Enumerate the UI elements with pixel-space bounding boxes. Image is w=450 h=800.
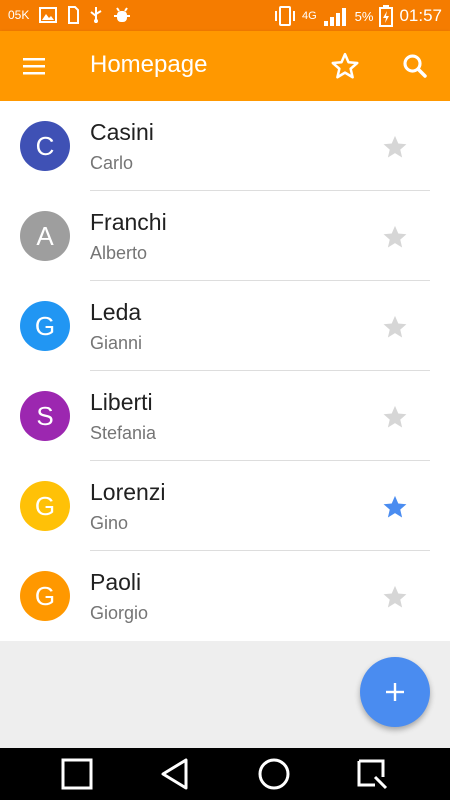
avatar: G [20,301,70,351]
avatar: S [20,391,70,441]
data-speed: 05K [8,8,30,22]
avatar: A [20,211,70,261]
app-bar: Homepage [0,31,450,101]
favorite-toggle[interactable] [380,313,410,341]
favorites-button[interactable] [330,51,360,81]
star-outline-icon [331,52,359,79]
contact-row[interactable]: G Lorenzi Gino [0,461,450,551]
add-contact-button[interactable] [360,657,430,727]
contact-row[interactable]: S Liberti Stefania [0,371,450,461]
network-type: 4G [301,10,317,22]
back-button[interactable] [158,757,192,791]
recents-icon [61,758,93,790]
star-icon [383,405,407,428]
status-left: 05K [8,6,131,24]
contact-first-name: Carlo [90,153,134,173]
assist-button[interactable] [355,757,389,791]
navigation-bar [0,748,450,800]
menu-button[interactable] [20,54,50,78]
sim-icon [68,6,80,24]
contact-row[interactable]: A Franchi Alberto [0,191,450,281]
battery-charging-icon [379,5,394,27]
assist-icon [357,759,388,790]
favorite-toggle[interactable] [380,403,410,431]
back-icon [161,758,188,790]
star-icon [383,495,407,518]
contact-first-name: Gianni [90,333,143,353]
search-icon [403,54,427,78]
favorite-toggle[interactable] [380,223,410,251]
favorite-toggle[interactable] [380,583,410,611]
page-title: Homepage [90,51,208,78]
star-icon [383,315,407,338]
search-button[interactable] [400,51,430,81]
avatar: G [20,481,70,531]
status-right: 4G 5% 01:57 [274,5,442,27]
menu-icon [23,58,45,75]
battery-percent: 5% [354,8,374,24]
recents-button[interactable] [60,757,94,791]
star-icon [383,135,407,158]
clock: 01:57 [399,6,442,25]
star-icon [383,585,407,608]
contact-first-name: Alberto [90,243,148,263]
avatar: C [20,121,70,171]
contact-surname: Lorenzi [90,479,166,505]
home-icon [258,758,290,790]
avatar: G [20,571,70,621]
status-bar: 05K 4G 5% 01:57 [0,0,450,31]
contact-list: C Casini Carlo A Franchi Alberto G Leda Gianni S L… [0,101,450,641]
contact-surname: Paoli [90,569,142,595]
star-icon [383,225,407,248]
contact-first-name: Giorgio [90,603,149,623]
plus-icon [386,683,404,701]
usb-icon [90,7,102,23]
contact-surname: Casini [90,119,154,145]
contact-surname: Liberti [90,389,153,415]
signal-icon [323,8,346,26]
vibrate-icon [274,6,295,26]
contact-row[interactable]: C Casini Carlo [0,101,450,191]
contact-row[interactable]: G Leda Gianni [0,281,450,371]
favorite-toggle[interactable] [380,493,410,521]
contact-first-name: Stefania [90,423,157,443]
contact-surname: Leda [90,299,142,325]
image-icon [39,7,58,23]
home-button[interactable] [257,757,291,791]
android-debug-icon [114,7,131,22]
contact-first-name: Gino [90,513,129,533]
contact-row[interactable]: G Paoli Giorgio [0,551,450,641]
contact-surname: Franchi [90,209,167,235]
favorite-toggle[interactable] [380,133,410,161]
